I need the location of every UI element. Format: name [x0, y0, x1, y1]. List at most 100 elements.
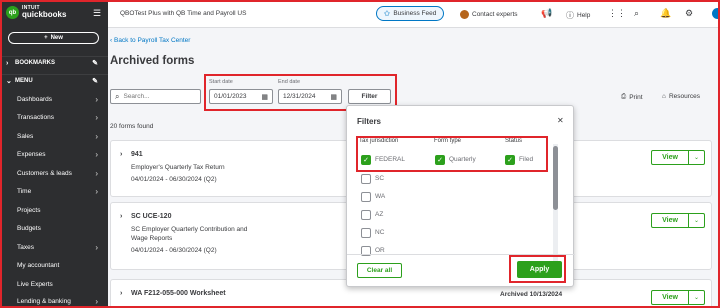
printer-icon: ⎙: [621, 93, 627, 100]
end-date-field[interactable]: 12/31/2024 ▦: [278, 89, 342, 104]
help-button[interactable]: ⓘ Help: [566, 10, 590, 21]
close-icon[interactable]: ✕: [557, 116, 564, 125]
chevron-right-icon: ›: [95, 113, 98, 123]
view-button[interactable]: View: [652, 291, 689, 304]
sidebar-item-label: Live Experts: [17, 280, 53, 288]
view-button[interactable]: View: [652, 151, 689, 164]
form-description: SC Employer Quarterly Contribution and: [131, 226, 248, 233]
bell-icon[interactable]: 🔔: [660, 8, 671, 19]
chevron-right-icon[interactable]: ›: [120, 151, 122, 158]
edit-pencil-icon[interactable]: ✎: [92, 77, 98, 85]
gear-icon[interactable]: ⚙: [685, 8, 693, 19]
forms-count: 20 forms found: [110, 123, 154, 130]
form-number: WA F212-055-000 Worksheet: [131, 290, 226, 297]
chevron-right-icon[interactable]: ›: [120, 213, 122, 220]
scrollbar-thumb[interactable]: [553, 146, 558, 210]
sidebar-item-label: Dashboards: [17, 95, 53, 103]
chevron-right-icon[interactable]: ›: [120, 290, 122, 297]
sidebar-item-transactions[interactable]: Transactions ›: [0, 109, 108, 128]
search-input[interactable]: [123, 93, 194, 100]
clear-all-button[interactable]: Clear all: [357, 263, 402, 278]
sidebar: qb INTUIT quickbooks ☰ + New › BOOKMARKS…: [0, 0, 108, 308]
menu-section[interactable]: ⌄ MENU ✎: [0, 74, 108, 87]
bookmarks-section[interactable]: › BOOKMARKS ✎: [0, 56, 108, 69]
filters-title: Filters: [357, 117, 382, 126]
sidebar-item-label: Time: [17, 188, 32, 196]
sidebar-item-sales[interactable]: Sales ›: [0, 127, 108, 146]
start-date-value: 01/01/2023: [214, 93, 247, 100]
view-button[interactable]: View: [652, 214, 689, 227]
user-avatar[interactable]: [712, 8, 720, 19]
start-date-field[interactable]: 01/01/2023 ▦: [209, 89, 273, 104]
search-icon[interactable]: ⌕: [634, 8, 639, 19]
top-bar: QBOTest Plus with QB Time and Payroll US…: [108, 0, 720, 28]
checkbox-wa[interactable]: [361, 192, 371, 202]
hamburger-menu-icon[interactable]: ☰: [93, 8, 101, 19]
contact-experts-button[interactable]: Contact experts: [460, 10, 518, 19]
sidebar-item-label: Projects: [17, 206, 41, 214]
edit-pencil-icon[interactable]: ✎: [92, 59, 98, 67]
help-circle-icon: ⓘ: [566, 11, 574, 20]
chevron-right-icon: ›: [95, 168, 98, 178]
print-button[interactable]: ⎙ Print: [621, 93, 643, 101]
sparkle-icon: ✩: [383, 9, 391, 18]
sidebar-item-live-experts[interactable]: Live Experts: [0, 275, 108, 294]
apply-button[interactable]: Apply: [517, 261, 562, 278]
back-link-label: Back to Payroll Tax Center: [113, 37, 191, 44]
chevron-down-icon[interactable]: ⌄: [689, 291, 704, 304]
checkbox-nc[interactable]: [361, 228, 371, 238]
megaphone-icon[interactable]: 📢: [541, 8, 552, 19]
sc-label: SC: [375, 175, 385, 182]
calendar-icon[interactable]: ▦: [330, 93, 337, 101]
filter-button[interactable]: Filter: [348, 89, 391, 104]
sidebar-item-budgets[interactable]: Budgets: [0, 220, 108, 239]
or-label: OR: [375, 247, 385, 254]
wa-label: WA: [375, 193, 386, 200]
checkbox-sc[interactable]: [361, 174, 371, 184]
business-feed-button[interactable]: ✩ Business Feed: [376, 6, 444, 21]
business-feed-label: Business Feed: [393, 10, 437, 17]
chevron-down-icon[interactable]: ⌄: [689, 151, 704, 164]
apps-grid-icon[interactable]: ⋮⋮: [608, 8, 626, 19]
sidebar-item-label: Taxes: [17, 243, 34, 251]
sidebar-item-label: Budgets: [17, 225, 41, 233]
calendar-icon[interactable]: ▦: [261, 93, 268, 101]
sidebar-item-lending-banking[interactable]: Lending & banking ›: [0, 292, 108, 308]
resources-label: Resources: [668, 93, 701, 100]
sidebar-item-time[interactable]: Time ›: [0, 183, 108, 202]
sidebar-item-label: Transactions: [17, 114, 54, 122]
quickbooks-logo[interactable]: qb INTUIT quickbooks: [6, 6, 66, 19]
chevron-down-icon[interactable]: ⌄: [689, 214, 704, 227]
checkbox-az[interactable]: [361, 210, 371, 220]
sidebar-item-dashboards[interactable]: Dashboards ›: [0, 90, 108, 109]
form-description: Employer's Quarterly Tax Return: [131, 164, 225, 171]
sidebar-item-my-accountant[interactable]: My accountant: [0, 257, 108, 276]
end-date-label: End date: [278, 79, 301, 85]
help-label: Help: [577, 12, 591, 19]
company-name: QBOTest Plus with QB Time and Payroll US: [120, 10, 247, 17]
sidebar-item-expenses[interactable]: Expenses ›: [0, 146, 108, 165]
plus-icon: +: [44, 35, 48, 41]
sidebar-item-projects[interactable]: Projects: [0, 201, 108, 220]
sidebar-item-taxes[interactable]: Taxes ›: [0, 238, 108, 257]
resources-button[interactable]: ⌂ Resources: [662, 93, 700, 100]
chevron-down-icon: ⌄: [6, 78, 12, 85]
chevron-right-icon: ›: [95, 94, 98, 104]
back-to-payroll-tax-center-link[interactable]: ‹ Back to Payroll Tax Center: [110, 37, 190, 44]
expert-avatar-icon: [460, 10, 469, 19]
sidebar-item-customers-leads[interactable]: Customers & leads ›: [0, 164, 108, 183]
logo-bottom-text: quickbooks: [22, 10, 67, 19]
form-description-line-2: Wage Reports: [131, 235, 173, 242]
sidebar-item-label: Expenses: [17, 151, 46, 159]
archived-date: Archived 10/13/2024: [500, 291, 563, 298]
new-button[interactable]: + New: [8, 32, 99, 44]
chevron-right-icon: ›: [95, 187, 98, 197]
nc-label: NC: [375, 229, 385, 236]
view-split-button: View ⌄: [651, 150, 705, 165]
form-period: 04/01/2024 - 06/30/2024 (Q2): [131, 176, 217, 183]
search-field[interactable]: ⌕: [110, 89, 201, 104]
az-label: AZ: [375, 211, 384, 218]
form-period: 04/01/2024 - 06/30/2024 (Q2): [131, 247, 217, 254]
end-date-value: 12/31/2024: [283, 93, 316, 100]
print-label: Print: [629, 93, 643, 101]
